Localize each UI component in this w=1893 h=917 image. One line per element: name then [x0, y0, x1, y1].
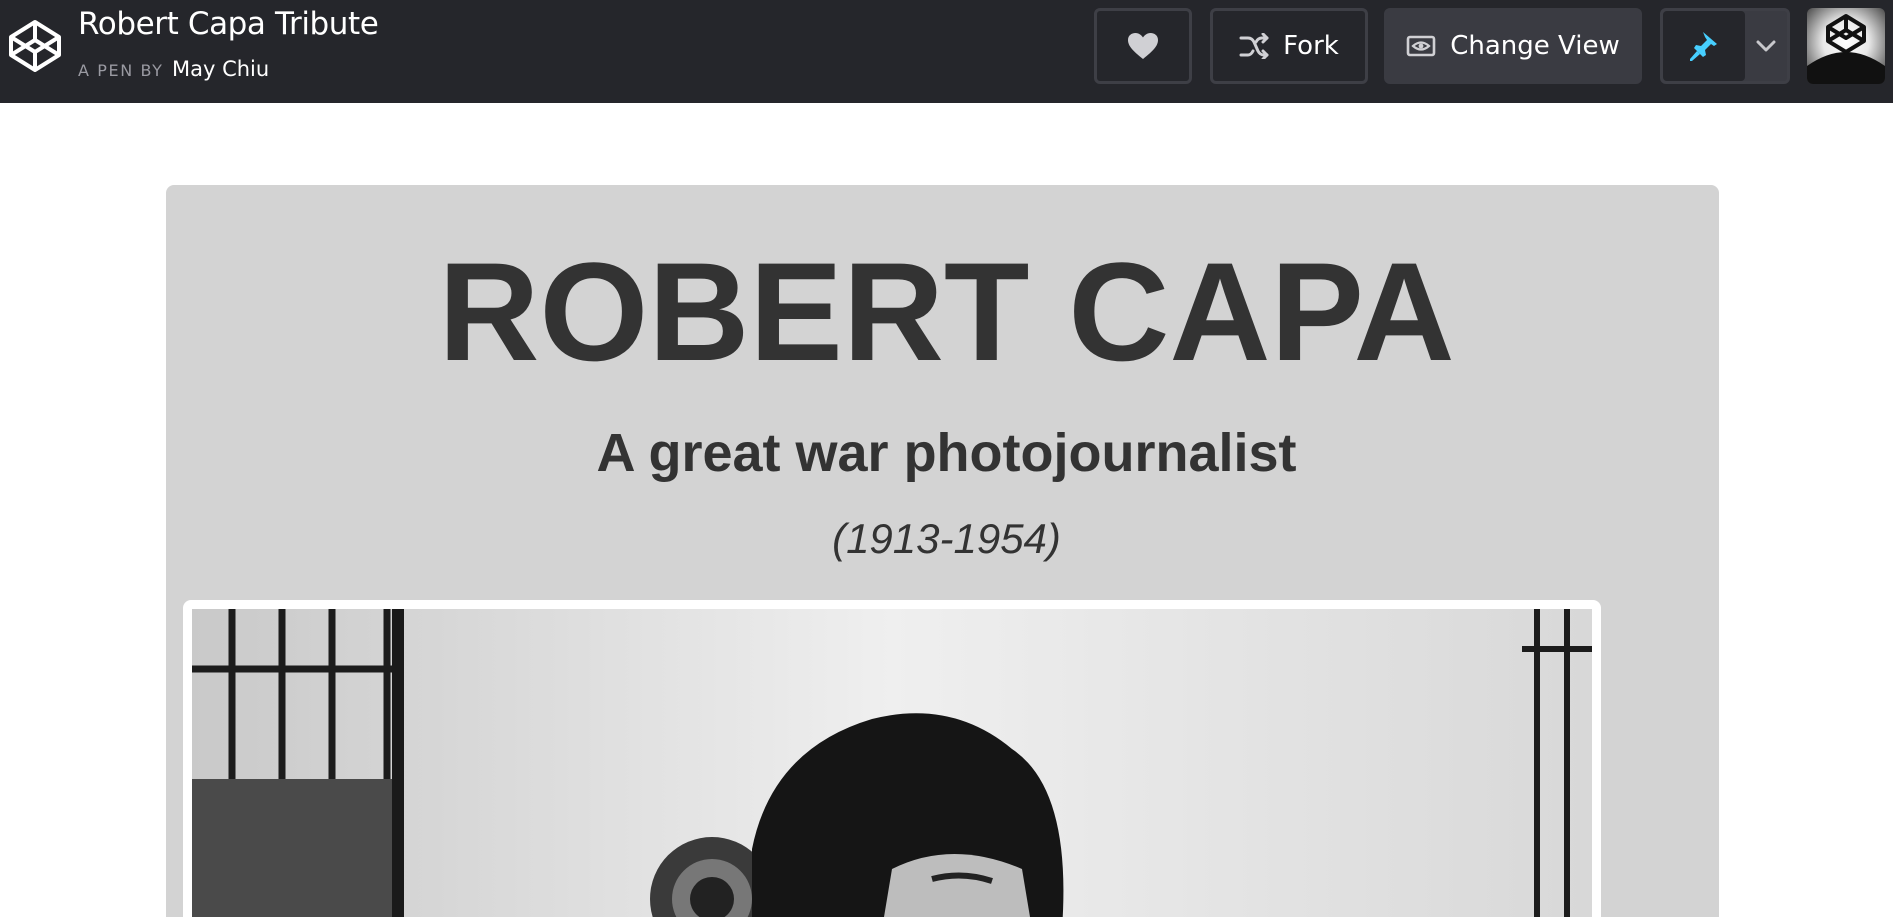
- capa-photo: [192, 609, 1592, 917]
- capa-photo-illustration: [192, 609, 1592, 917]
- user-avatar[interactable]: [1807, 8, 1885, 84]
- pen-title[interactable]: Robert Capa Tribute: [78, 6, 379, 42]
- pin-icon: [1690, 32, 1717, 61]
- pen-header: Robert Capa Tribute A PEN BY May Chiu Fo…: [0, 0, 1893, 103]
- eye-icon: [1406, 35, 1436, 57]
- avatar-codepen-icon: [1807, 14, 1885, 84]
- tribute-years: (1913-1954): [832, 515, 1061, 562]
- fork-button[interactable]: Fork: [1210, 8, 1368, 84]
- author-link[interactable]: May Chiu: [172, 57, 269, 81]
- fork-label: Fork: [1283, 31, 1339, 61]
- heart-button[interactable]: [1094, 8, 1192, 84]
- chevron-down-icon: [1756, 40, 1776, 52]
- change-view-button[interactable]: Change View: [1384, 8, 1642, 84]
- pin-button-group: [1660, 8, 1790, 84]
- fork-icon: [1239, 33, 1269, 59]
- by-label: A PEN BY: [78, 61, 164, 80]
- tribute-subtitle: A great war photojournalist: [596, 423, 1297, 483]
- pin-dropdown-toggle[interactable]: [1745, 11, 1787, 81]
- pen-byline: A PEN BY May Chiu: [78, 57, 269, 81]
- codepen-logo-icon[interactable]: [8, 19, 62, 73]
- heart-icon: [1128, 33, 1158, 59]
- change-view-label: Change View: [1450, 31, 1620, 61]
- pin-button[interactable]: [1663, 11, 1745, 81]
- tribute-title: ROBERT CAPA: [438, 233, 1455, 390]
